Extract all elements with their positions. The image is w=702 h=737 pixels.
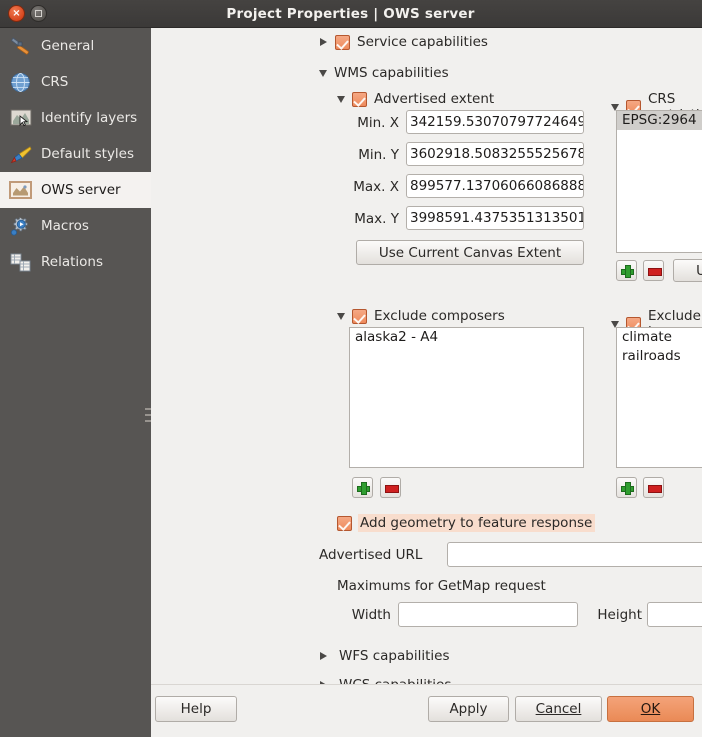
relations-icon <box>9 252 32 273</box>
hammer-icon <box>9 36 32 57</box>
min-y-label: Min. Y <box>358 147 399 163</box>
section-label: WMS capabilities <box>334 65 449 81</box>
ows-map-icon <box>9 180 32 201</box>
ows-server-panel: Service capabilities WMS capabilities Ad… <box>151 28 702 737</box>
height-input[interactable] <box>647 602 702 627</box>
settings-sidebar: General CRS Identify layers Default styl… <box>0 28 151 737</box>
advertised-url-label: Advertised URL <box>319 547 423 563</box>
sidebar-item-label: General <box>41 38 95 54</box>
min-y-input[interactable]: 3602918.50832555256783 <box>406 142 584 166</box>
max-x-label: Max. X <box>353 179 399 195</box>
chevron-right-icon[interactable] <box>320 652 327 660</box>
section-label: WCS capabilities <box>339 677 451 684</box>
gear-play-icon <box>9 216 32 237</box>
sidebar-item-label: Macros <box>41 218 89 234</box>
cancel-button[interactable]: Cancel <box>515 696 602 722</box>
max-x-input[interactable]: 899577.137060660868883 <box>406 174 584 198</box>
exclude-composers-checkbox[interactable] <box>352 308 367 324</box>
section-label: WFS capabilities <box>339 648 450 664</box>
exclude-composers-list[interactable]: alaska2 - A4 <box>349 327 584 468</box>
sidebar-item-label: CRS <box>41 74 69 90</box>
list-item[interactable]: alaska2 - A4 <box>350 328 583 347</box>
use-current-canvas-extent-button[interactable]: Use Current Canvas Extent <box>356 240 584 265</box>
sidebar-item-general[interactable]: General <box>0 28 151 64</box>
list-item[interactable]: EPSG:2964 <box>617 111 702 130</box>
sidebar-item-relations[interactable]: Relations <box>0 244 151 280</box>
service-capabilities-checkbox[interactable] <box>335 34 350 50</box>
advertised-url-input[interactable] <box>447 542 702 567</box>
sidebar-item-label: Relations <box>41 254 103 270</box>
add-geometry-label: Add geometry to feature response <box>358 514 596 532</box>
section-label: Exclude composers <box>374 308 505 324</box>
sidebar-item-default-styles[interactable]: Default styles <box>0 136 151 172</box>
sidebar-item-label: Identify layers <box>41 110 138 126</box>
cancel-label: Cancel <box>535 701 582 717</box>
window-title: Project Properties | OWS server <box>226 5 475 22</box>
list-item[interactable]: climate <box>617 328 702 347</box>
section-label: Advertised extent <box>374 91 495 107</box>
min-x-label: Min. X <box>357 115 399 131</box>
layers-remove-icon[interactable] <box>643 477 664 498</box>
layers-add-icon[interactable] <box>616 477 637 498</box>
section-service-capabilities[interactable]: Service capabilities <box>319 34 488 50</box>
dialog-body: General CRS Identify layers Default styl… <box>0 28 702 737</box>
sidebar-item-label: Default styles <box>41 146 135 162</box>
exclude-layers-list[interactable]: climate railroads <box>616 327 702 468</box>
list-item[interactable]: railroads <box>617 347 702 366</box>
window-titlebar: × Project Properties | OWS server <box>0 0 702 28</box>
sidebar-item-crs[interactable]: CRS <box>0 64 151 100</box>
crs-used-button[interactable]: Used <box>673 259 702 282</box>
sidebar-item-macros[interactable]: Macros <box>0 208 151 244</box>
chevron-right-icon[interactable] <box>320 38 327 46</box>
dialog-footer: Help Apply Cancel OK <box>151 684 702 737</box>
chevron-down-icon[interactable] <box>337 95 345 103</box>
add-geometry-row[interactable]: Add geometry to feature response <box>337 514 596 532</box>
ows-scroll-area: Service capabilities WMS capabilities Ad… <box>151 28 702 684</box>
sidebar-item-label: OWS server <box>41 182 121 198</box>
help-button[interactable]: Help <box>155 696 237 722</box>
section-label: Service capabilities <box>357 34 488 50</box>
ok-button[interactable]: OK <box>607 696 694 722</box>
map-cursor-icon <box>9 108 32 129</box>
chevron-down-icon[interactable] <box>319 69 327 77</box>
brush-icon <box>9 144 32 165</box>
width-input[interactable] <box>398 602 578 627</box>
maximize-icon[interactable] <box>30 5 47 22</box>
crs-add-icon[interactable] <box>616 260 637 281</box>
close-glyph: × <box>12 7 21 19</box>
advertised-extent-checkbox[interactable] <box>352 91 367 107</box>
sidebar-item-ows-server[interactable]: OWS server <box>0 172 151 208</box>
composers-add-icon[interactable] <box>352 477 373 498</box>
width-label: Width <box>351 607 391 623</box>
crs-restrictions-list[interactable]: EPSG:2964 <box>616 110 702 253</box>
ok-label: OK <box>640 701 661 717</box>
section-advertised-extent[interactable]: Advertised extent <box>337 91 494 107</box>
min-x-input[interactable]: 342159.530707977246493 <box>406 110 584 134</box>
composers-remove-icon[interactable] <box>380 477 401 498</box>
getmap-group-label: Maximums for GetMap request <box>337 578 546 594</box>
section-exclude-composers[interactable]: Exclude composers <box>337 308 505 324</box>
height-label: Height <box>597 607 642 623</box>
section-wfs-capabilities[interactable]: WFS capabilities <box>319 648 449 664</box>
chevron-down-icon[interactable] <box>337 312 345 320</box>
crs-remove-icon[interactable] <box>643 260 664 281</box>
sidebar-item-identify-layers[interactable]: Identify layers <box>0 100 151 136</box>
window-controls: × <box>0 5 47 22</box>
maximize-glyph <box>35 10 42 17</box>
apply-button[interactable]: Apply <box>428 696 509 722</box>
max-y-input[interactable]: 3998591.43753513135015 <box>406 206 584 230</box>
close-icon[interactable]: × <box>8 5 25 22</box>
section-wms-capabilities[interactable]: WMS capabilities <box>319 65 449 81</box>
add-geometry-checkbox[interactable] <box>337 515 352 531</box>
max-y-label: Max. Y <box>354 211 399 227</box>
section-wcs-capabilities[interactable]: WCS capabilities <box>319 677 451 684</box>
globe-icon <box>9 72 32 93</box>
